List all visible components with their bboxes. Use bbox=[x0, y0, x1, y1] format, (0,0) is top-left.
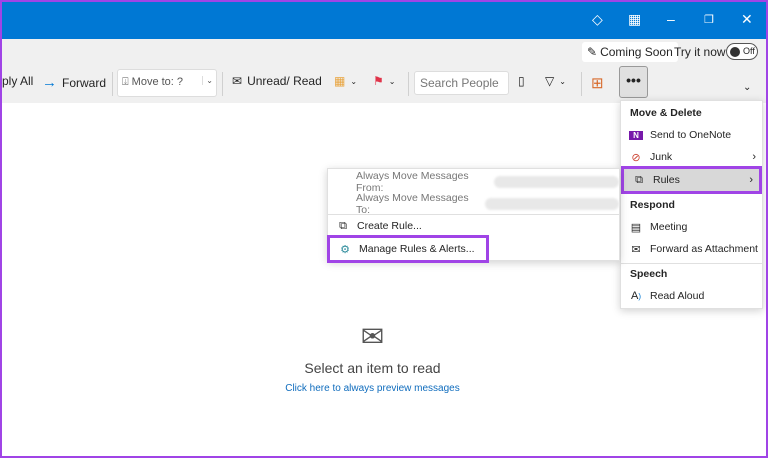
menu-item-label: Create Rule... bbox=[357, 220, 422, 232]
menu-item-forward-as-attachment[interactable]: ✉ Forward as Attachment bbox=[621, 238, 762, 260]
flag-button[interactable]: ⚑ ⌄ bbox=[373, 74, 395, 88]
rules-icon: ⧉ bbox=[635, 173, 643, 186]
forward-arrow-icon: → bbox=[42, 74, 57, 91]
minimize-icon[interactable]: – bbox=[667, 11, 675, 27]
try-it-now-label: Try it now bbox=[674, 45, 726, 59]
read-aloud-icon: A) bbox=[630, 290, 641, 302]
menu-item-read-aloud[interactable]: A) Read Aloud bbox=[621, 285, 762, 307]
divider bbox=[112, 72, 113, 96]
redacted-recipient bbox=[485, 198, 619, 210]
add-apps-icon: ⊞ bbox=[591, 75, 604, 92]
menu-item-label: Rules bbox=[653, 174, 680, 186]
unread-read-button[interactable]: ✉ Unread/ Read bbox=[232, 74, 322, 88]
coming-soon-button[interactable]: ✎ Coming Soon bbox=[582, 42, 678, 62]
preview-messages-link[interactable]: Click here to always preview messages bbox=[0, 383, 745, 394]
apps-button[interactable]: ⊞ bbox=[591, 74, 604, 92]
close-icon[interactable]: ✕ bbox=[741, 11, 753, 28]
menu-item-label: Forward as Attachment bbox=[650, 243, 758, 255]
move-to-dropdown[interactable]: ⍗ Move to: ? ⌄ bbox=[117, 69, 217, 97]
menu-item-always-move-from[interactable]: Always Move Messages From: bbox=[328, 170, 619, 194]
categorize-icon: ▦ bbox=[334, 74, 346, 88]
qr-icon[interactable]: ▦ bbox=[628, 11, 641, 28]
section-header-speech: Speech bbox=[630, 268, 668, 280]
redacted-sender bbox=[494, 176, 619, 188]
menu-item-rules[interactable]: ⧉ Rules › bbox=[621, 166, 762, 194]
search-placeholder: Search People bbox=[420, 76, 499, 90]
more-icon: ••• bbox=[626, 72, 641, 88]
forward-button[interactable]: → Forward bbox=[42, 74, 106, 91]
forward-attachment-icon: ✉ bbox=[631, 243, 641, 256]
address-book-icon: ▯ bbox=[518, 74, 525, 88]
reply-all-button[interactable]: ply All bbox=[2, 74, 33, 88]
onenote-icon: N bbox=[629, 130, 643, 140]
filter-icon: ▽ bbox=[545, 74, 555, 88]
junk-icon: ⊘ bbox=[631, 151, 641, 164]
chevron-down-icon: ⌄ bbox=[202, 76, 213, 85]
chevron-right-icon: › bbox=[749, 174, 753, 186]
flag-icon: ⚑ bbox=[373, 74, 384, 88]
filter-button[interactable]: ▽ ⌄ bbox=[545, 74, 566, 88]
unread-read-label: Unread/ Read bbox=[247, 74, 322, 88]
menu-item-label: Always Move Messages From: bbox=[356, 170, 469, 194]
menu-item-label: Junk bbox=[650, 151, 673, 163]
menu-item-manage-rules-alerts[interactable]: ⚙ Manage Rules & Alerts... bbox=[327, 235, 489, 263]
restore-icon[interactable]: ❐ bbox=[704, 13, 714, 26]
search-people-input[interactable]: Search People bbox=[414, 71, 509, 95]
menu-item-create-rule[interactable]: ⧉ Create Rule... bbox=[328, 215, 619, 237]
menu-item-always-move-to[interactable]: Always Move Messages To: bbox=[328, 192, 619, 216]
pen-icon: ✎ bbox=[587, 45, 598, 59]
move-icon: ⍗ bbox=[122, 76, 129, 88]
section-header-respond: Respond bbox=[630, 199, 675, 211]
expand-ribbon-button[interactable]: ⌄ bbox=[743, 82, 751, 93]
divider bbox=[408, 72, 409, 96]
try-now-toggle[interactable]: Off bbox=[726, 43, 758, 60]
title-bar: ◇ ▦ – ❐ ✕ bbox=[0, 0, 768, 39]
chevron-down-icon: ⌄ bbox=[743, 82, 752, 93]
menu-item-label: Always Move Messages To: bbox=[356, 192, 469, 216]
more-options-menu: Move & Delete N Send to OneNote ⊘ Junk › ⧉ R… bbox=[620, 100, 763, 309]
divider bbox=[222, 72, 223, 96]
rules-submenu: Always Move Messages From: Always Move M… bbox=[327, 168, 620, 263]
envelope-open-icon: ✉ bbox=[232, 74, 243, 88]
menu-item-meeting[interactable]: ▤ Meeting bbox=[621, 216, 762, 238]
menu-item-label: Meeting bbox=[650, 221, 688, 233]
menu-item-label: Manage Rules & Alerts... bbox=[359, 243, 475, 255]
move-to-label: Move to: ? bbox=[131, 76, 184, 88]
section-header-move-delete: Move & Delete bbox=[630, 107, 702, 119]
envelope-icon: ✉ bbox=[360, 321, 385, 352]
more-options-button[interactable]: ••• bbox=[619, 66, 648, 98]
forward-label: Forward bbox=[62, 75, 107, 90]
manage-rules-icon: ⚙ bbox=[340, 243, 350, 256]
create-rule-icon: ⧉ bbox=[339, 219, 347, 232]
address-book-button[interactable]: ▯ bbox=[518, 74, 525, 88]
menu-item-label: Send to OneNote bbox=[650, 129, 732, 141]
divider bbox=[621, 263, 762, 264]
chevron-right-icon: › bbox=[752, 151, 756, 163]
menu-item-junk[interactable]: ⊘ Junk › bbox=[621, 146, 762, 168]
coming-soon-label: Coming Soon bbox=[600, 45, 673, 59]
menu-item-label: Read Aloud bbox=[650, 290, 705, 302]
reply-all-label: ply All bbox=[2, 74, 34, 88]
divider bbox=[581, 72, 582, 96]
calendar-icon: ▤ bbox=[630, 221, 642, 234]
menu-item-send-to-onenote[interactable]: N Send to OneNote bbox=[621, 124, 762, 146]
diamond-icon[interactable]: ◇ bbox=[592, 11, 603, 28]
categorize-button[interactable]: ▦ ⌄ bbox=[334, 74, 357, 88]
reading-pane-title: Select an item to read bbox=[304, 360, 441, 376]
toggle-label: Off bbox=[743, 46, 755, 56]
